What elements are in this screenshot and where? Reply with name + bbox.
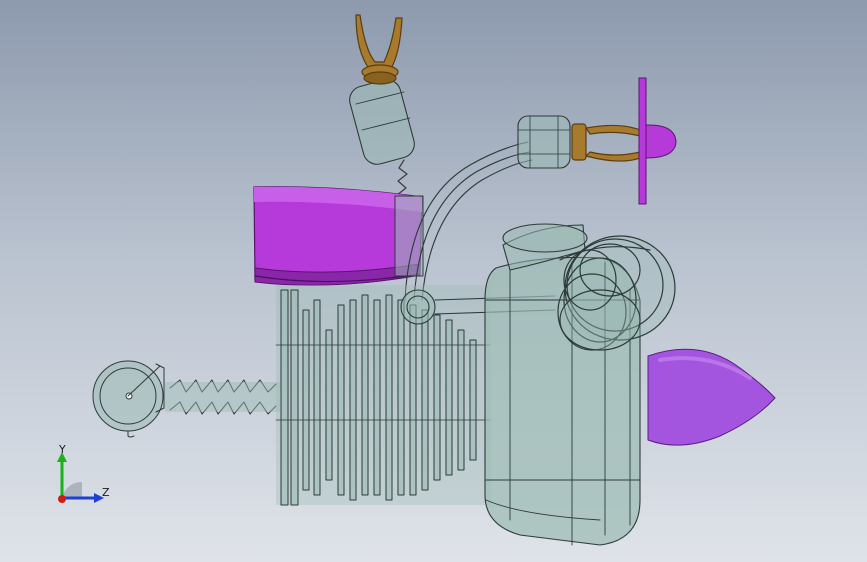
finned-barrel	[275, 285, 491, 506]
top-bronze-clip	[355, 14, 403, 85]
upper-right-connector	[517, 115, 571, 169]
duct-rings	[557, 235, 676, 351]
left-screw-handle	[92, 360, 280, 438]
axis-z-label: Z	[102, 486, 110, 499]
graphics-viewport[interactable]: Y Z	[0, 0, 867, 562]
violet-nose-cone	[647, 348, 776, 446]
axis-y-label: Y	[59, 443, 66, 456]
3d-model-view[interactable]	[0, 0, 867, 562]
upper-cylinder	[349, 79, 415, 165]
magenta-ring	[253, 186, 424, 286]
magenta-knob	[638, 77, 677, 205]
right-bronze-clip	[571, 123, 641, 162]
